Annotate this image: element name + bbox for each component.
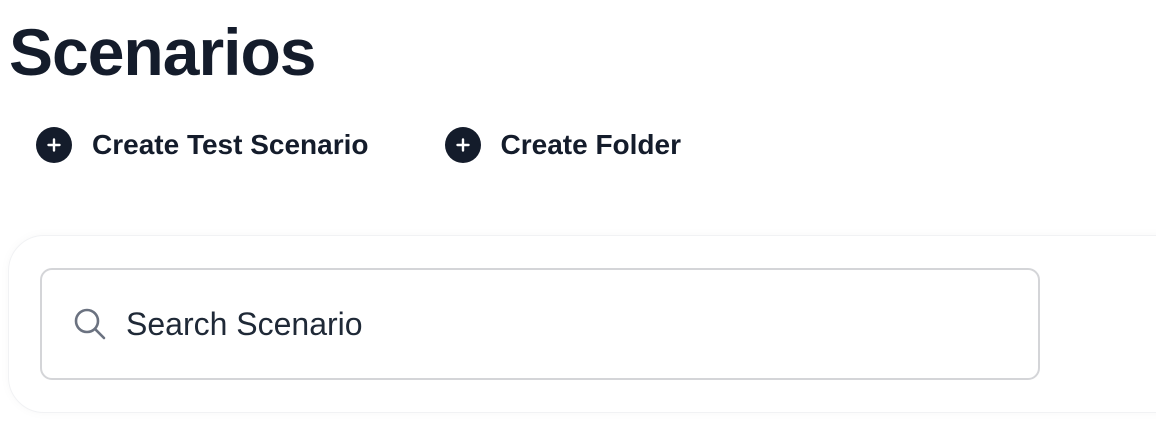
search-input[interactable] <box>126 305 1006 343</box>
create-test-scenario-label: Create Test Scenario <box>92 129 369 160</box>
plus-circle-icon <box>36 127 72 163</box>
action-bar: Create Test Scenario Create Folder <box>36 126 681 164</box>
search-icon <box>72 306 108 342</box>
create-folder-button[interactable]: Create Folder <box>444 126 682 164</box>
create-folder-label: Create Folder <box>500 129 682 160</box>
plus-circle-icon <box>444 127 481 163</box>
page-title: Scenarios <box>9 15 316 89</box>
create-test-scenario-button[interactable]: Create Test Scenario <box>36 126 369 164</box>
scenarios-page: Scenarios Create Test Scenario Create Fo… <box>0 0 1156 434</box>
search-box[interactable] <box>40 268 1040 380</box>
